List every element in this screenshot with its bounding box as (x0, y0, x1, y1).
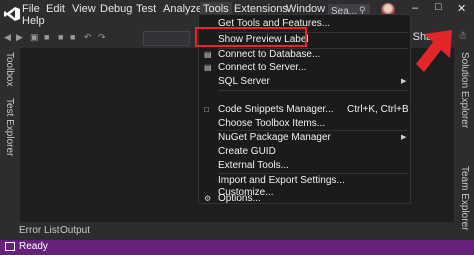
new-project-icon[interactable]: ▣ (30, 32, 39, 43)
tab-error-list[interactable]: Error List (19, 225, 60, 236)
maximize-icon[interactable]: □ (435, 1, 442, 13)
back-icon[interactable]: ◀ (4, 32, 11, 43)
visual-studio-logo-icon (4, 7, 20, 21)
menu-separator (218, 90, 408, 91)
tab-output[interactable]: Output (60, 225, 90, 236)
status-bar: Ready (0, 240, 474, 255)
menu-item-connect-database[interactable]: ▤ Connect to Database... (199, 48, 410, 61)
live-share-icon[interactable]: ☃ (458, 31, 467, 42)
menu-item-options[interactable]: ⚙ Options... (199, 192, 410, 205)
menu-test[interactable]: Test (133, 2, 159, 16)
menu-item-code-snippets[interactable]: □ Code Snippets Manager... Ctrl+K, Ctrl+… (199, 103, 410, 116)
forward-icon[interactable]: ▶ (16, 32, 23, 43)
submenu-arrow-icon: ▶ (401, 134, 407, 141)
server-icon: ▤ (204, 63, 212, 72)
save-icon[interactable]: ■ (58, 32, 63, 42)
checkbox-icon: □ (204, 105, 209, 114)
annotation-highlight-box (195, 27, 307, 47)
minimize-icon[interactable]: – (412, 2, 418, 14)
toolbox-tab[interactable]: Toolbox (4, 52, 15, 86)
team-explorer-tab[interactable]: Team Explorer (459, 166, 470, 230)
submenu-arrow-icon: ▶ (401, 78, 407, 85)
menu-item-create-guid[interactable]: Create GUID (199, 145, 410, 158)
bottom-panel-tabs: Error List Output (0, 222, 454, 240)
close-icon[interactable]: ✕ (457, 2, 466, 15)
menu-item-nuget[interactable]: NuGet Package Manager ▶ (199, 131, 410, 144)
save-all-icon[interactable]: ■ (70, 32, 75, 42)
shortcut-label: Ctrl+K, Ctrl+B (347, 104, 409, 115)
solution-explorer-tab[interactable]: Solution Explorer (459, 52, 470, 128)
status-text: Ready (19, 241, 48, 252)
undo-icon[interactable]: ↶ (84, 32, 92, 43)
menu-item-choose-toolbox[interactable]: Choose Toolbox Items... (199, 117, 410, 130)
menu-item-sql-server[interactable]: SQL Server ▶ (199, 75, 410, 88)
menu-view[interactable]: View (69, 2, 99, 16)
open-icon[interactable]: ■ (44, 32, 49, 42)
configuration-dropdown[interactable] (143, 31, 190, 46)
database-icon: ▤ (204, 50, 212, 59)
annotation-arrow-icon (416, 30, 452, 72)
right-tool-strip: Solution Explorer Team Explorer (454, 48, 474, 240)
menu-help[interactable]: Help (19, 14, 48, 28)
test-explorer-tab[interactable]: Test Explorer (4, 98, 15, 156)
status-icon (5, 242, 15, 251)
menu-item-connect-server[interactable]: ▤ Connect to Server... (199, 61, 410, 74)
menu-debug[interactable]: Debug (97, 2, 135, 16)
menu-item-external-tools[interactable]: External Tools... (199, 159, 410, 172)
redo-icon[interactable]: ↷ (98, 32, 106, 43)
left-tool-strip: Toolbox Test Explorer (0, 48, 20, 240)
gear-icon: ⚙ (204, 194, 212, 203)
